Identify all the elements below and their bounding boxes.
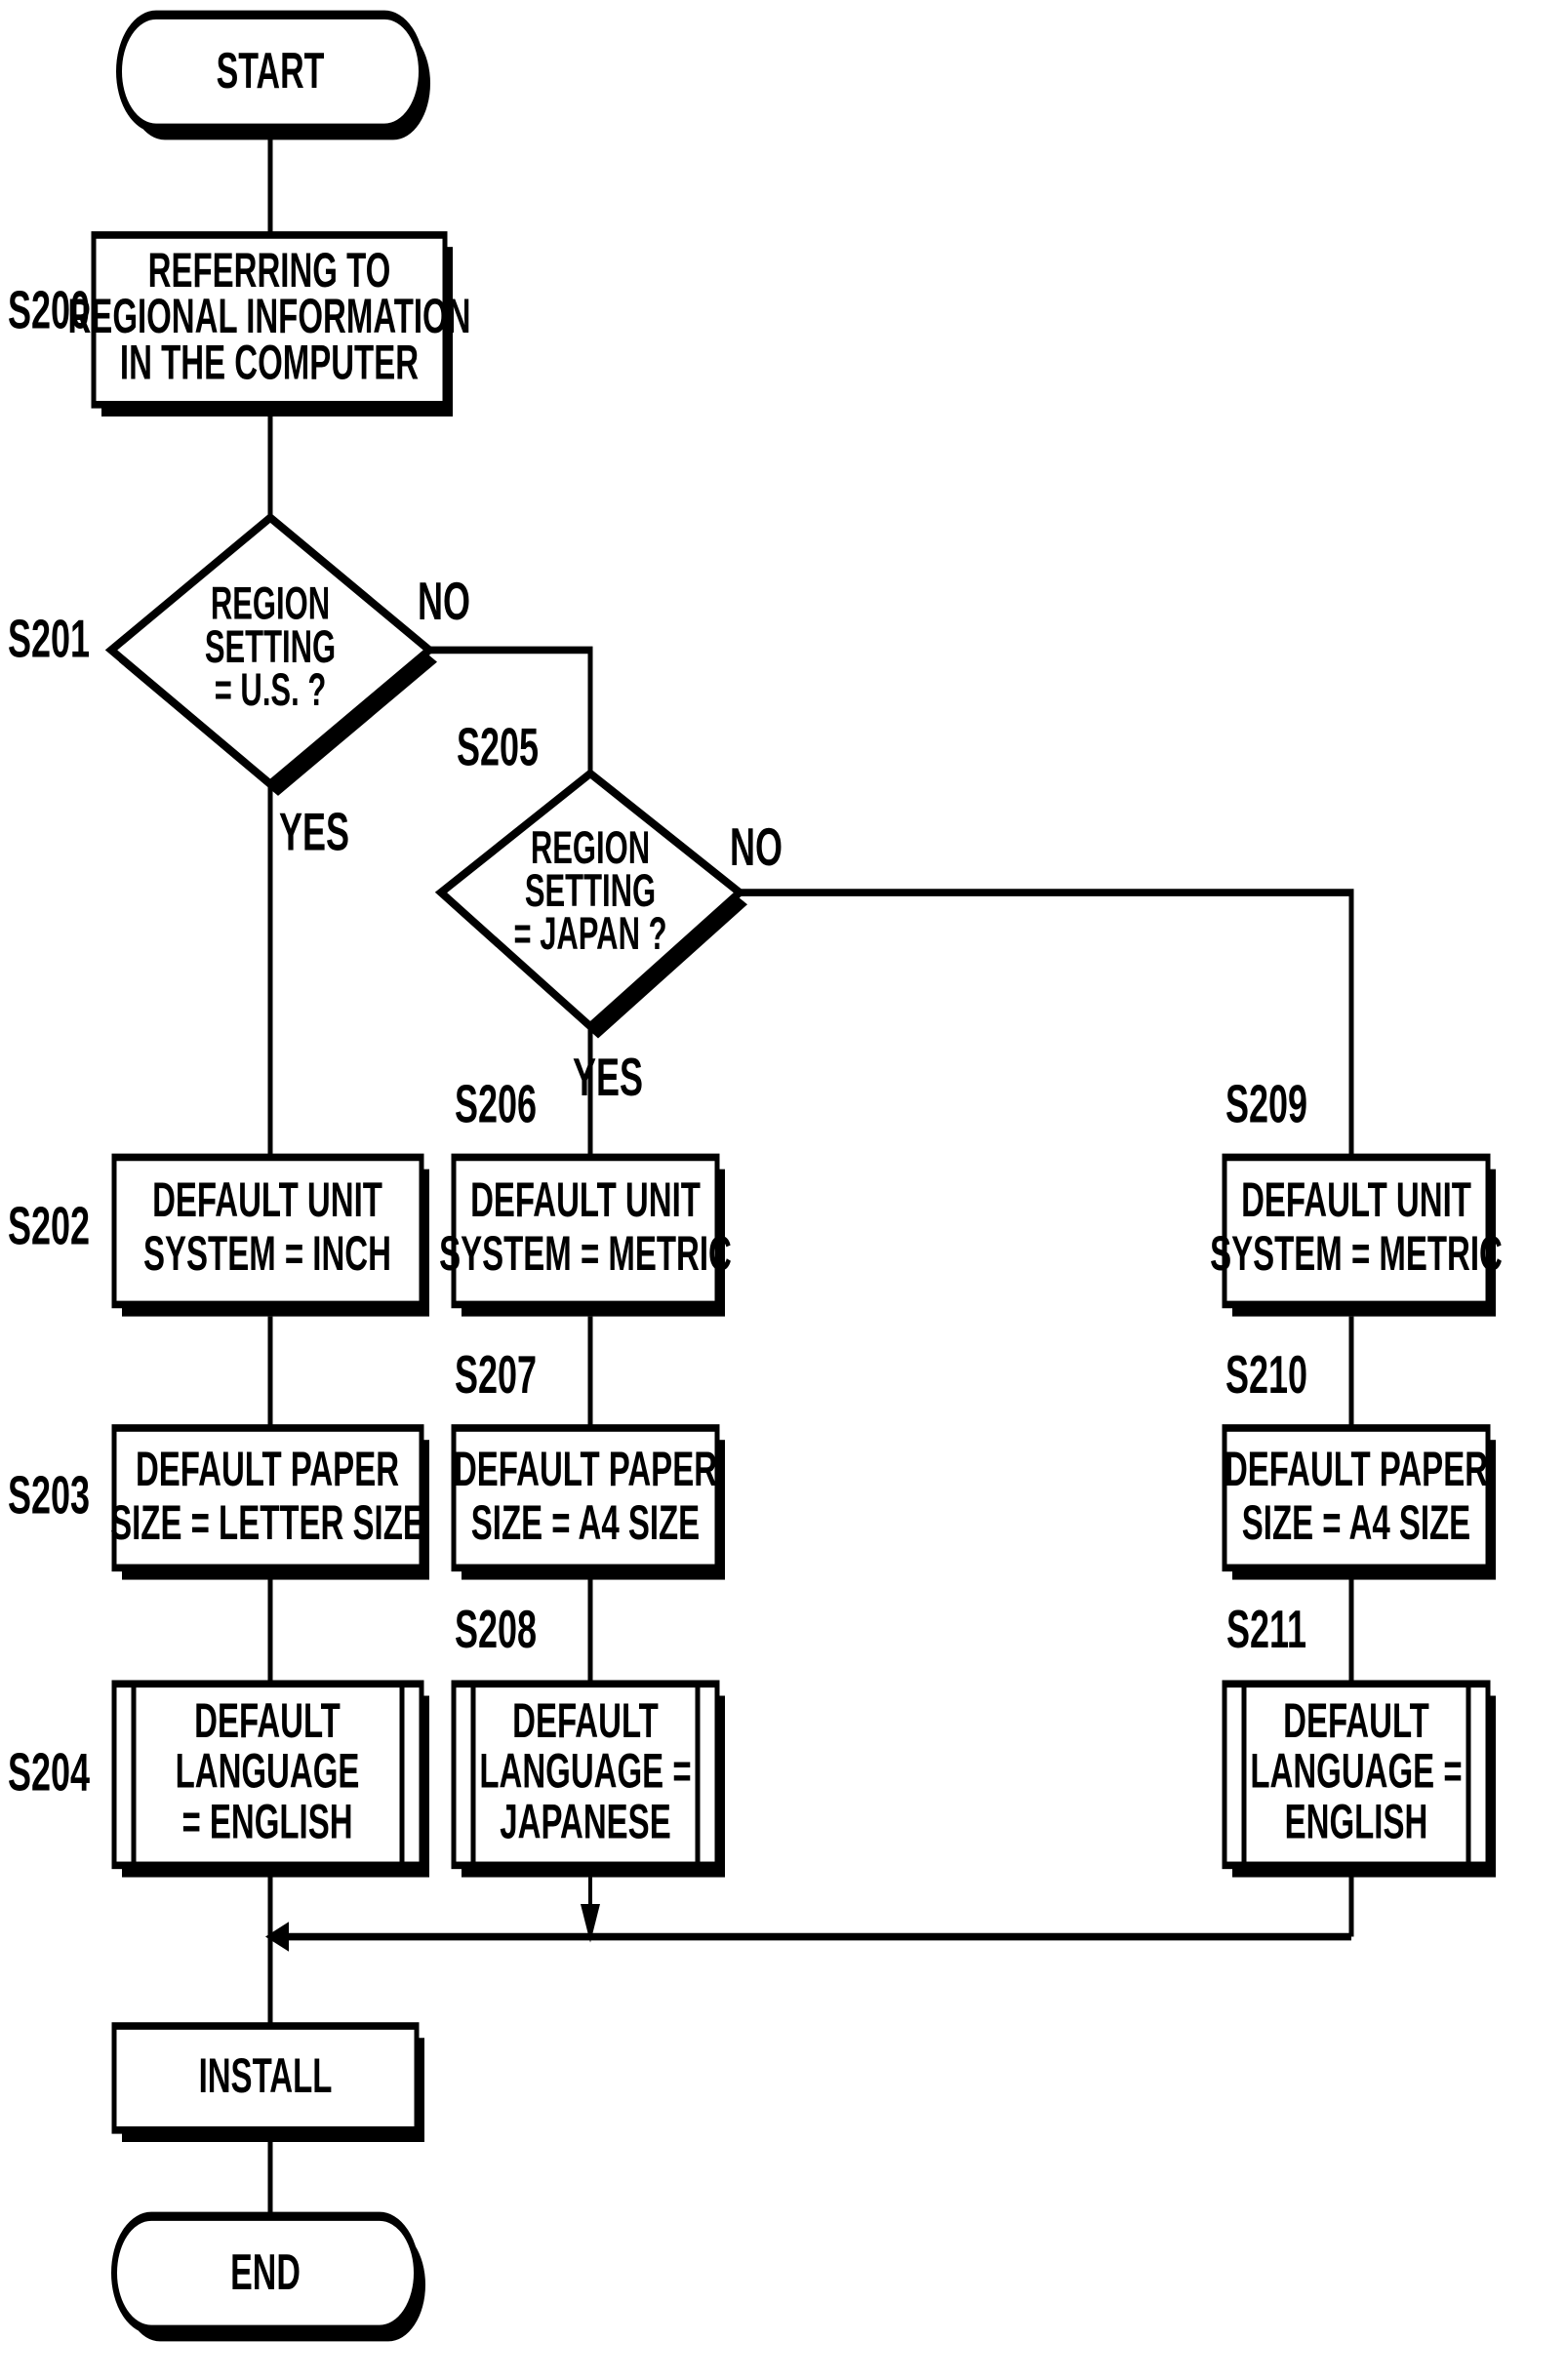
node-s200: REFERRING TO REGIONAL INFORMATION IN THE… (67, 231, 471, 416)
s204-line-2: = ENGLISH (181, 1795, 352, 1850)
step-label-s208: S208 (455, 1599, 537, 1658)
s204-line-0: DEFAULT (194, 1693, 341, 1749)
s206-line-0: DEFAULT UNIT (470, 1172, 701, 1228)
s207-line-1: SIZE = A4 SIZE (471, 1495, 700, 1551)
node-s204: DEFAULT LANGUAGE = ENGLISH (111, 1680, 429, 1878)
node-s208: DEFAULT LANGUAGE = JAPANESE (451, 1680, 725, 1878)
node-s209: DEFAULT UNIT SYSTEM = METRIC (1210, 1153, 1503, 1317)
node-s203: DEFAULT PAPER SIZE = LETTER SIZE (110, 1424, 429, 1580)
s203-line-1: SIZE = LETTER SIZE (110, 1495, 424, 1551)
install-label: INSTALL (199, 2048, 333, 2104)
s211-line-2: ENGLISH (1285, 1795, 1428, 1850)
s208-line-0: DEFAULT (512, 1693, 659, 1749)
step-label-s207: S207 (455, 1345, 537, 1405)
flowchart-canvas: START REFERRING TO REGIONAL INFORMATION … (8, 10, 1503, 2342)
s210-line-1: SIZE = A4 SIZE (1242, 1495, 1470, 1551)
node-end: END (111, 2211, 425, 2342)
s202-line-1: SYSTEM = INCH (143, 1226, 391, 1282)
node-s210: DEFAULT PAPER SIZE = A4 SIZE (1222, 1424, 1496, 1580)
s201-line-2: = U.S. ? (215, 665, 327, 716)
step-label-s201: S201 (8, 609, 90, 668)
branch-label-s205-yes: YES (573, 1048, 643, 1107)
node-install: INSTALL (111, 2022, 424, 2142)
node-start: START (116, 10, 430, 140)
step-label-s200: S200 (8, 280, 90, 339)
s202-line-0: DEFAULT UNIT (152, 1172, 382, 1228)
step-label-s206: S206 (455, 1074, 537, 1133)
step-label-s210: S210 (1225, 1345, 1307, 1405)
s204-line-1: LANGUAGE (176, 1744, 360, 1800)
s210-line-0: DEFAULT PAPER (1225, 1442, 1488, 1497)
step-label-s211: S211 (1226, 1599, 1306, 1658)
s205-line-2: = JAPAN ? (513, 909, 666, 960)
start-label: START (217, 43, 325, 99)
end-label: END (230, 2244, 301, 2301)
s203-line-0: DEFAULT PAPER (136, 1442, 399, 1497)
node-s205: REGION SETTING = JAPAN ? (434, 768, 747, 1039)
node-s206: DEFAULT UNIT SYSTEM = METRIC (439, 1153, 732, 1317)
flowchart-figure: START REFERRING TO REGIONAL INFORMATION … (0, 0, 1566, 2380)
s207-line-0: DEFAULT PAPER (454, 1442, 717, 1497)
branch-label-s205-no: NO (730, 816, 783, 876)
s211-line-0: DEFAULT (1283, 1693, 1429, 1749)
s211-line-1: LANGUAGE = (1250, 1744, 1462, 1800)
s209-line-0: DEFAULT UNIT (1241, 1172, 1471, 1228)
node-s201: REGION SETTING = U.S. ? (104, 512, 437, 796)
branch-label-s201-no: NO (418, 572, 470, 631)
s208-line-1: LANGUAGE = (479, 1744, 691, 1800)
step-label-s209: S209 (1225, 1074, 1307, 1133)
branch-label-s201-yes: YES (279, 802, 349, 861)
s209-line-1: SYSTEM = METRIC (1210, 1226, 1503, 1282)
step-label-s203: S203 (8, 1465, 90, 1525)
s200-line-2: IN THE COMPUTER (120, 335, 419, 390)
node-s202: DEFAULT UNIT SYSTEM = INCH (111, 1153, 429, 1317)
step-label-s204: S204 (8, 1742, 90, 1802)
s208-line-2: JAPANESE (500, 1795, 670, 1850)
step-label-s205: S205 (457, 717, 539, 776)
node-s211: DEFAULT LANGUAGE = ENGLISH (1222, 1680, 1496, 1878)
step-label-s202: S202 (8, 1196, 90, 1255)
node-s207: DEFAULT PAPER SIZE = A4 SIZE (451, 1424, 725, 1580)
s206-line-1: SYSTEM = METRIC (439, 1226, 732, 1282)
